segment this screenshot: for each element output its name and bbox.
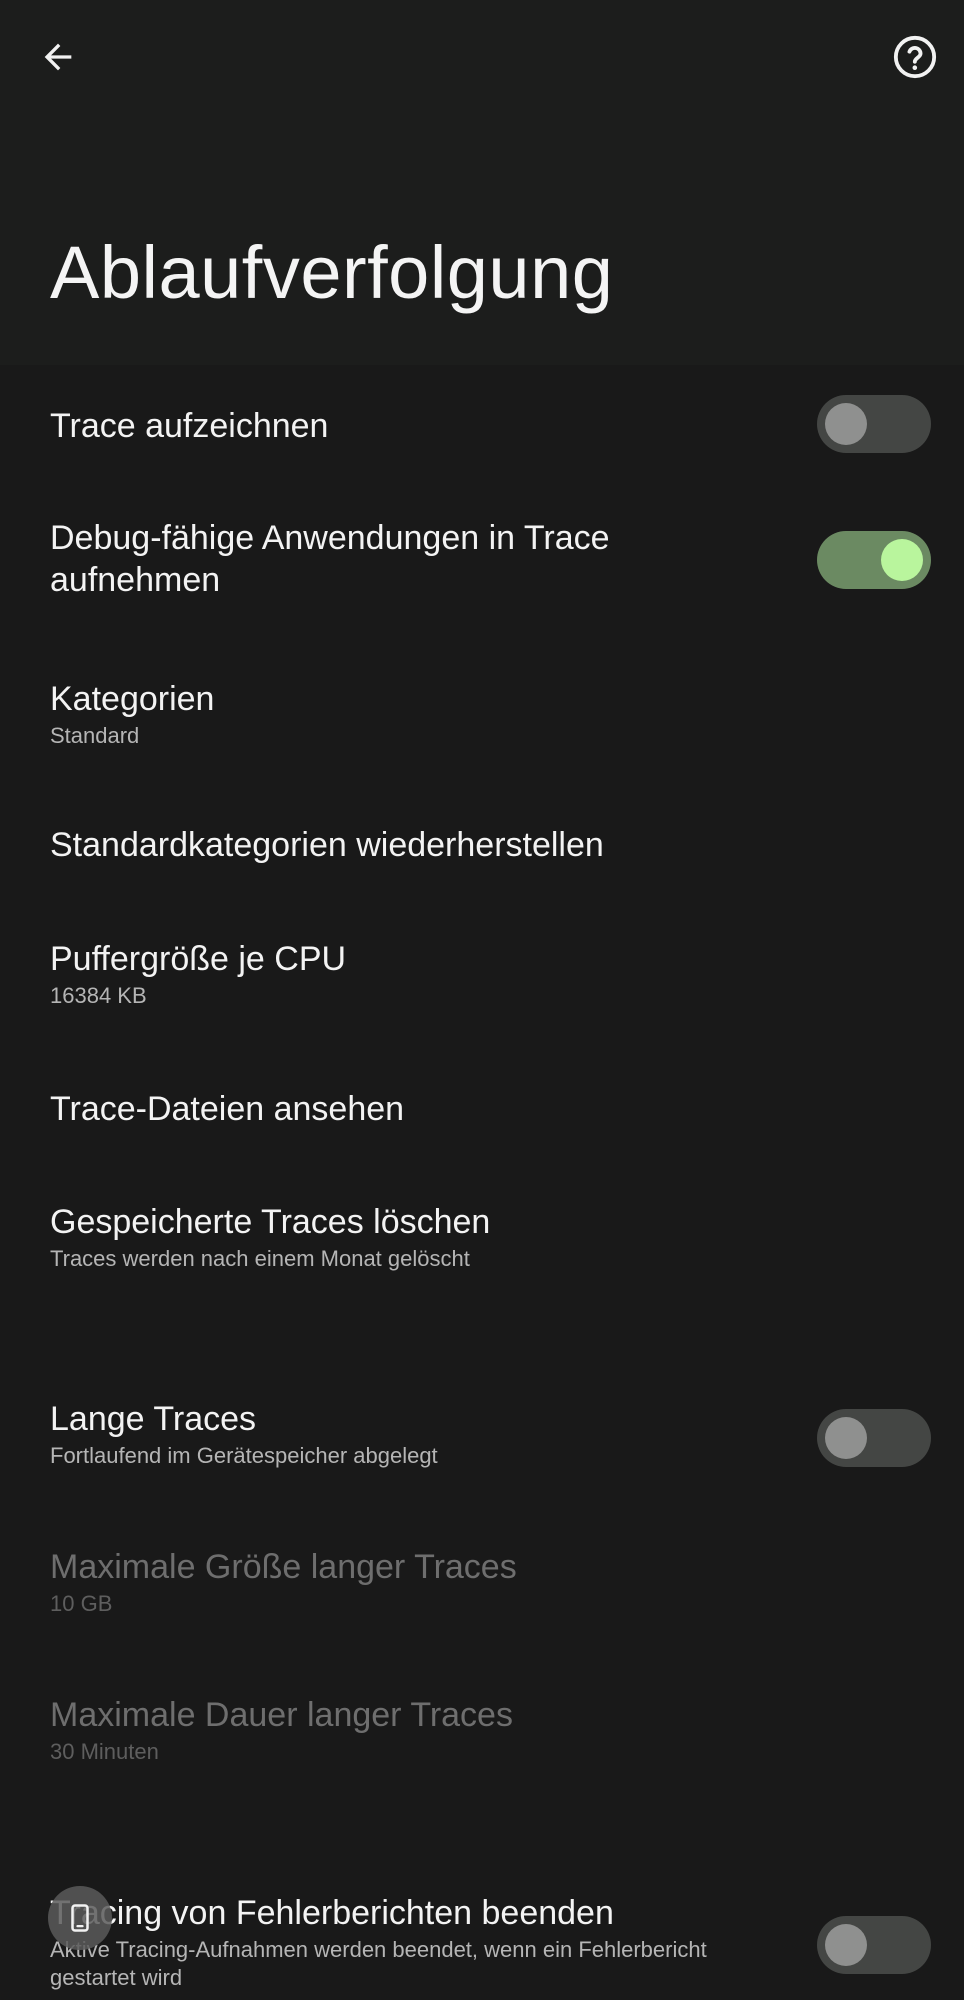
setting-restore-categories[interactable]: Standardkategorien wiederherstellen bbox=[0, 800, 964, 900]
switch-thumb bbox=[825, 403, 867, 445]
setting-max-long-trace-duration: Maximale Dauer langer Traces 30 Minuten bbox=[0, 1686, 964, 1796]
setting-summary: Aktive Tracing-Aufnahmen werden beendet,… bbox=[50, 1937, 707, 1990]
setting-view-traces[interactable]: Trace-Dateien ansehen bbox=[0, 1060, 964, 1160]
setting-categories[interactable]: Kategorien Standard bbox=[0, 670, 964, 780]
setting-record-trace[interactable]: Trace aufzeichnen bbox=[0, 385, 964, 505]
switch-thumb bbox=[825, 1924, 867, 1966]
floating-device-button[interactable] bbox=[48, 1886, 112, 1950]
setting-title: Kategorien bbox=[50, 680, 215, 718]
setting-title: Maximale Dauer langer Traces bbox=[50, 1696, 513, 1734]
setting-title: Lange Traces bbox=[50, 1400, 257, 1438]
setting-clear-traces[interactable]: Gespeicherte Traces löschen Traces werde… bbox=[0, 1193, 964, 1303]
arrow-left-icon bbox=[44, 43, 72, 71]
setting-title: Trace aufzeichnen bbox=[50, 407, 329, 445]
setting-summary: Traces werden nach einem Monat gelöscht bbox=[50, 1246, 470, 1271]
setting-title: Standardkategorien wiederherstellen bbox=[50, 826, 604, 864]
setting-title: Maximale Größe langer Traces bbox=[50, 1548, 517, 1586]
page-title: Ablaufverfolgung bbox=[50, 231, 614, 314]
setting-summary: 16384 KB bbox=[50, 983, 147, 1008]
debuggable-apps-switch[interactable] bbox=[817, 531, 931, 589]
setting-max-long-trace-size: Maximale Größe langer Traces 10 GB bbox=[0, 1538, 964, 1648]
phone-icon bbox=[71, 1904, 89, 1932]
setting-summary: 30 Minuten bbox=[50, 1739, 159, 1764]
setting-title: Trace-Dateien ansehen bbox=[50, 1090, 405, 1128]
setting-buffer-size[interactable]: Puffergröße je CPU 16384 KB bbox=[0, 930, 964, 1040]
help-circle-icon bbox=[893, 35, 937, 79]
app-bar: Ablaufverfolgung bbox=[0, 0, 964, 365]
setting-summary: Fortlaufend im Gerätespeicher abgelegt bbox=[50, 1443, 438, 1468]
setting-title: Debug-fähige Anwendungen in Trace aufneh… bbox=[50, 519, 610, 599]
setting-stop-on-bugreport[interactable]: Tracing von Fehlerberichten beenden Akti… bbox=[0, 1890, 964, 2000]
setting-title: Gespeicherte Traces löschen bbox=[50, 1203, 491, 1241]
long-traces-switch[interactable] bbox=[817, 1409, 931, 1467]
setting-long-traces[interactable]: Lange Traces Fortlaufend im Gerätespeich… bbox=[0, 1390, 964, 1500]
stop-on-bugreport-switch[interactable] bbox=[817, 1916, 931, 1974]
switch-thumb bbox=[881, 539, 923, 581]
setting-title: Tracing von Fehlerberichten beenden bbox=[50, 1894, 614, 1932]
setting-summary: 10 GB bbox=[50, 1591, 113, 1616]
setting-title: Puffergröße je CPU bbox=[50, 940, 347, 978]
back-button[interactable] bbox=[26, 25, 90, 89]
record-trace-switch[interactable] bbox=[817, 395, 931, 453]
help-button[interactable] bbox=[883, 25, 947, 89]
switch-thumb bbox=[825, 1417, 867, 1459]
setting-debuggable-apps[interactable]: Debug-fähige Anwendungen in Trace aufneh… bbox=[0, 515, 964, 635]
setting-summary: Standard bbox=[50, 723, 140, 748]
